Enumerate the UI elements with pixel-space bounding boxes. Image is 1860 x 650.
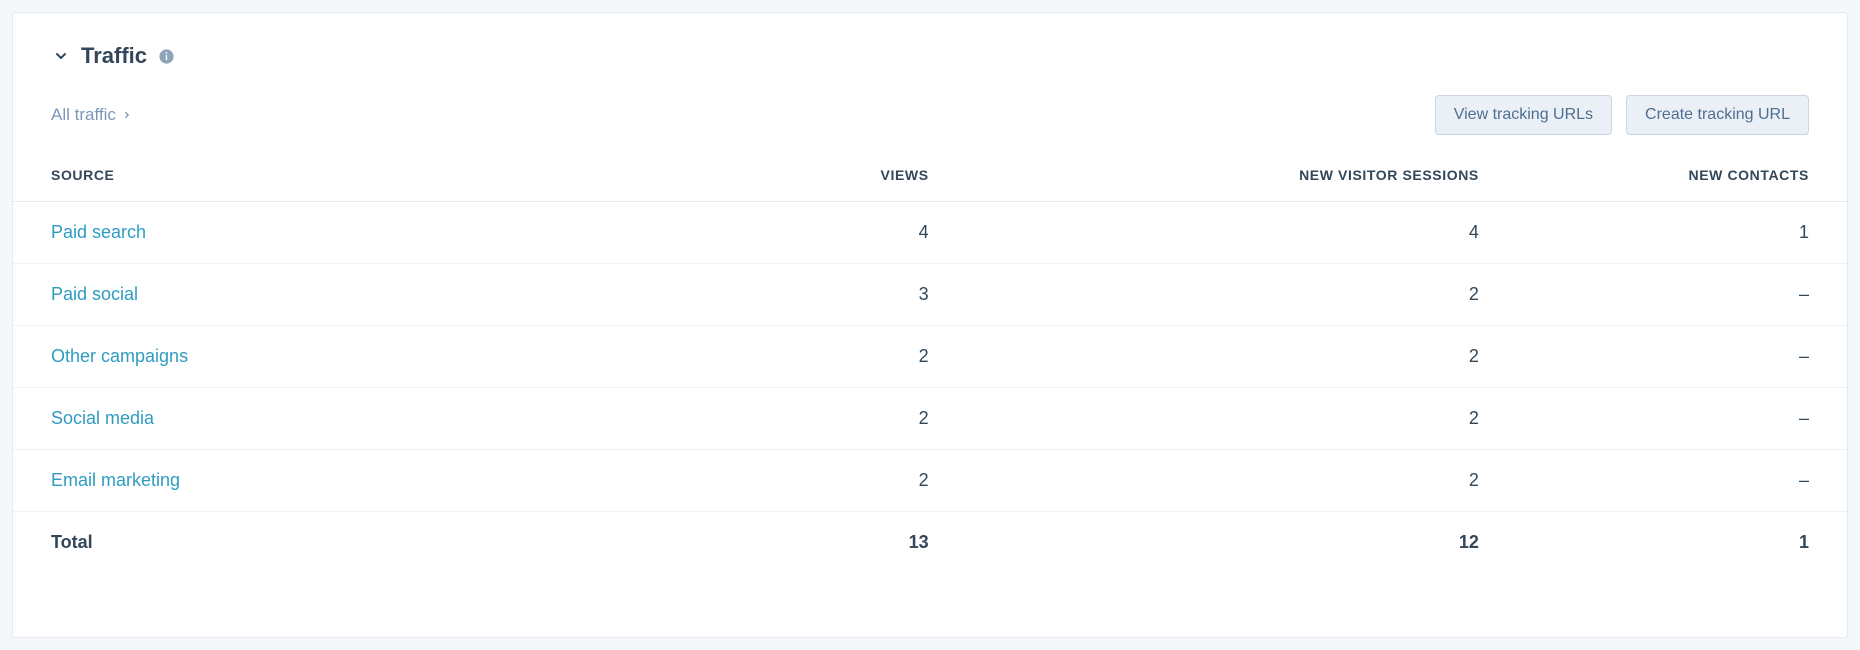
card-header: Traffic bbox=[13, 43, 1847, 95]
total-sessions: 12 bbox=[967, 512, 1517, 574]
source-link[interactable]: Email marketing bbox=[51, 470, 180, 490]
cell-contacts: 1 bbox=[1517, 202, 1847, 264]
total-label: Total bbox=[13, 512, 673, 574]
card-title: Traffic bbox=[81, 43, 147, 69]
col-sessions[interactable]: NEW VISITOR SESSIONS bbox=[967, 159, 1517, 202]
actions: View tracking URLs Create tracking URL bbox=[1435, 95, 1809, 135]
cell-sessions: 2 bbox=[967, 450, 1517, 512]
cell-views: 2 bbox=[673, 450, 966, 512]
create-tracking-url-button[interactable]: Create tracking URL bbox=[1626, 95, 1809, 135]
source-link[interactable]: Other campaigns bbox=[51, 346, 188, 366]
table-row: Email marketing 2 2 – bbox=[13, 450, 1847, 512]
source-link[interactable]: Paid social bbox=[51, 284, 138, 304]
cell-sessions: 2 bbox=[967, 264, 1517, 326]
chevron-right-icon bbox=[122, 110, 132, 120]
cell-contacts: – bbox=[1517, 450, 1847, 512]
chevron-down-icon[interactable] bbox=[51, 46, 71, 66]
table-row: Social media 2 2 – bbox=[13, 388, 1847, 450]
breadcrumb-label: All traffic bbox=[51, 105, 116, 125]
table-row: Other campaigns 2 2 – bbox=[13, 326, 1847, 388]
source-link[interactable]: Paid search bbox=[51, 222, 146, 242]
table-total-row: Total 13 12 1 bbox=[13, 512, 1847, 574]
table-row: Paid search 4 4 1 bbox=[13, 202, 1847, 264]
breadcrumb[interactable]: All traffic bbox=[51, 105, 132, 125]
cell-views: 2 bbox=[673, 326, 966, 388]
col-contacts[interactable]: NEW CONTACTS bbox=[1517, 159, 1847, 202]
cell-contacts: – bbox=[1517, 264, 1847, 326]
col-source[interactable]: SOURCE bbox=[13, 159, 673, 202]
cell-views: 3 bbox=[673, 264, 966, 326]
table-row: Paid social 3 2 – bbox=[13, 264, 1847, 326]
cell-sessions: 2 bbox=[967, 388, 1517, 450]
table-header-row: SOURCE VIEWS NEW VISITOR SESSIONS NEW CO… bbox=[13, 159, 1847, 202]
traffic-card: Traffic All traffic View tracking URLs C… bbox=[12, 12, 1848, 638]
info-icon[interactable] bbox=[157, 47, 175, 65]
cell-contacts: – bbox=[1517, 388, 1847, 450]
view-tracking-urls-button[interactable]: View tracking URLs bbox=[1435, 95, 1612, 135]
col-views[interactable]: VIEWS bbox=[673, 159, 966, 202]
total-views: 13 bbox=[673, 512, 966, 574]
total-contacts: 1 bbox=[1517, 512, 1847, 574]
source-link[interactable]: Social media bbox=[51, 408, 154, 428]
toolbar: All traffic View tracking URLs Create tr… bbox=[13, 95, 1847, 159]
cell-contacts: – bbox=[1517, 326, 1847, 388]
cell-views: 4 bbox=[673, 202, 966, 264]
cell-views: 2 bbox=[673, 388, 966, 450]
traffic-table: SOURCE VIEWS NEW VISITOR SESSIONS NEW CO… bbox=[13, 159, 1847, 573]
cell-sessions: 2 bbox=[967, 326, 1517, 388]
cell-sessions: 4 bbox=[967, 202, 1517, 264]
